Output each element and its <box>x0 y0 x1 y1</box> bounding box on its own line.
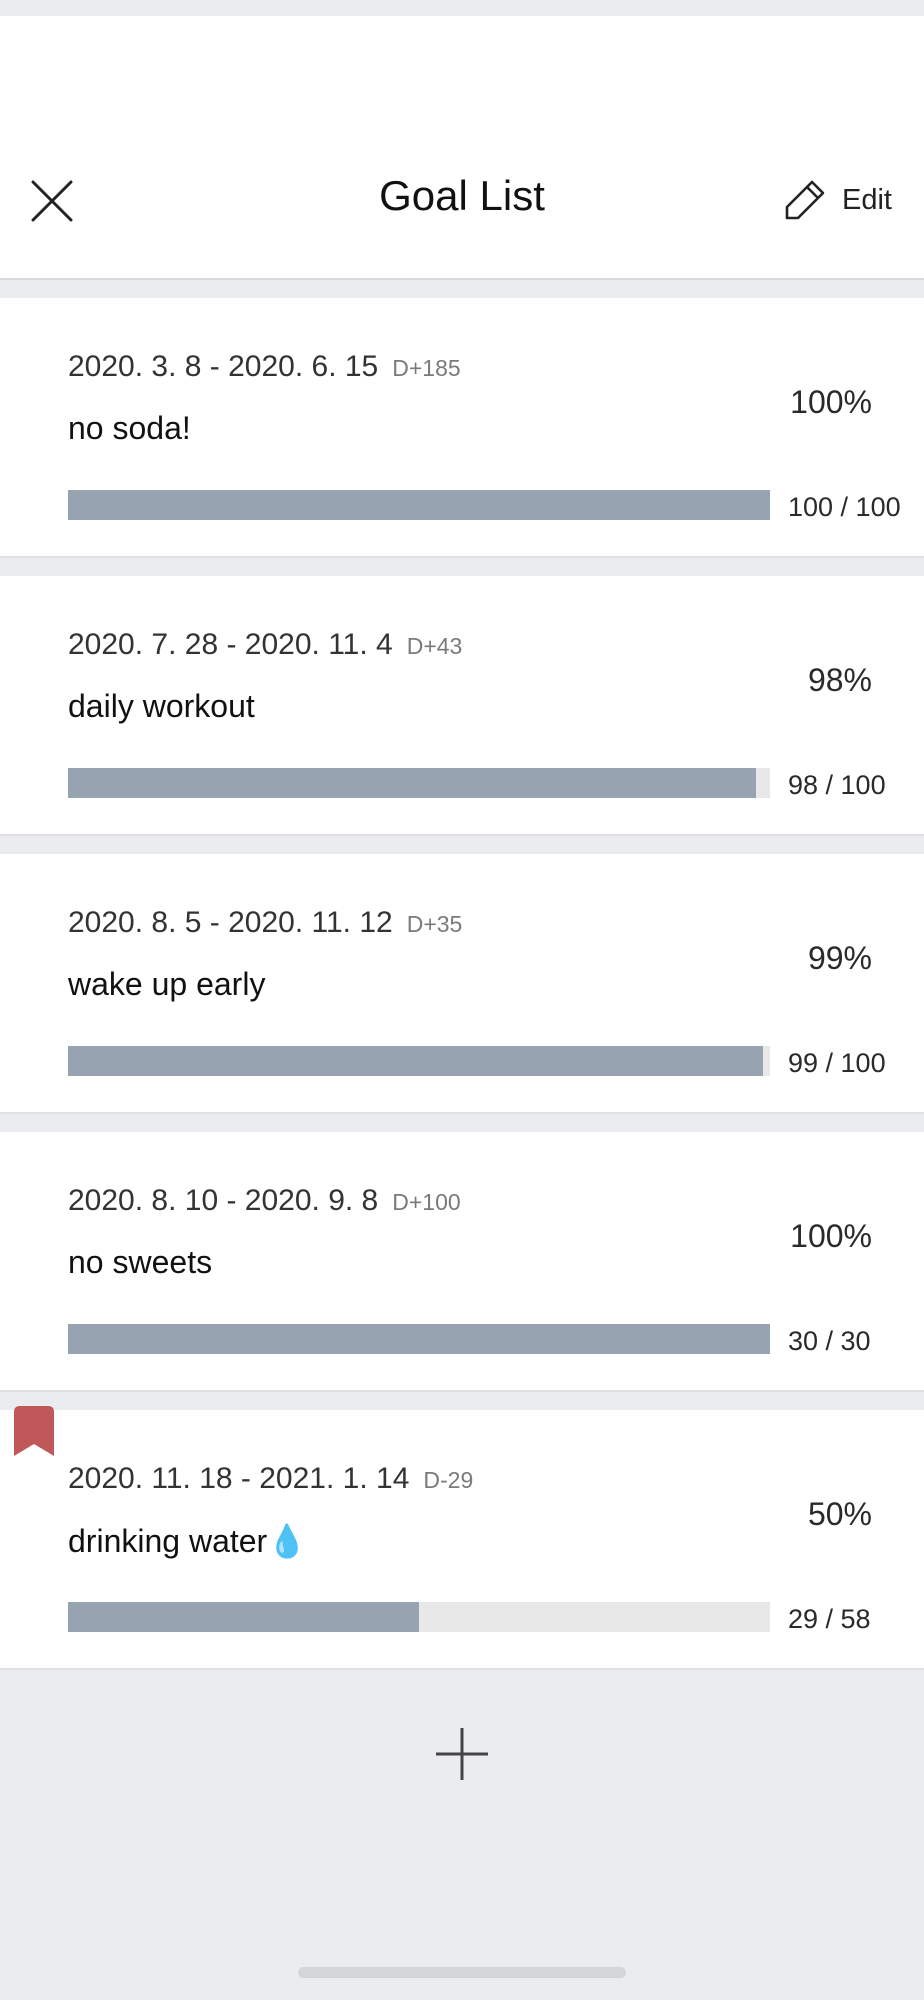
close-icon <box>31 180 73 222</box>
home-indicator <box>298 1967 626 1978</box>
progress-fill <box>68 1324 770 1354</box>
goal-percent: 100% <box>790 1218 872 1254</box>
pencil-icon <box>785 180 825 220</box>
bookmark-icon <box>14 1406 54 1456</box>
goal-card[interactable]: 2020. 7. 28 - 2020. 11. 4 D+43 daily wor… <box>0 576 924 836</box>
goal-count: 98 / 100 <box>788 770 886 800</box>
plus-icon <box>436 1728 488 1780</box>
goal-date-range: 2020. 3. 8 - 2020. 6. 15 D+185 <box>68 350 461 384</box>
goal-date-range: 2020. 8. 10 - 2020. 9. 8 D+100 <box>68 1184 461 1218</box>
goal-dates: 2020. 8. 10 - 2020. 9. 8 <box>68 1184 379 1217</box>
progress-fill <box>68 768 756 798</box>
goal-dday: D-29 <box>423 1467 474 1493</box>
goal-dates: 2020. 11. 18 - 2021. 1. 14 <box>68 1462 410 1495</box>
goal-date-range: 2020. 7. 28 - 2020. 11. 4 D+43 <box>68 628 462 662</box>
progress-bar <box>68 768 770 798</box>
goal-name: no sweets <box>68 1244 213 1280</box>
goal-dates: 2020. 3. 8 - 2020. 6. 15 <box>68 350 379 383</box>
goal-dday: D+185 <box>392 355 461 381</box>
goal-card[interactable]: 2020. 8. 10 - 2020. 9. 8 D+100 no sweets… <box>0 1132 924 1392</box>
goal-date-range: 2020. 8. 5 - 2020. 11. 12 D+35 <box>68 906 462 940</box>
goal-percent: 98% <box>807 662 872 698</box>
goal-dday: D+100 <box>392 1189 461 1215</box>
edit-label: Edit <box>842 183 892 216</box>
progress-fill <box>68 1602 419 1632</box>
goal-date-range: 2020. 11. 18 - 2021. 1. 14 D-29 <box>68 1462 473 1496</box>
progress-bar <box>68 1046 770 1076</box>
goal-card[interactable]: 2020. 11. 18 - 2021. 1. 14 D-29 drinking… <box>0 1406 924 1670</box>
goal-count: 29 / 58 <box>788 1604 871 1634</box>
progress-fill <box>68 1046 763 1076</box>
add-goal-button[interactable] <box>432 1724 492 1784</box>
goal-dates: 2020. 7. 28 - 2020. 11. 4 <box>68 628 393 661</box>
goal-card[interactable]: 2020. 3. 8 - 2020. 6. 15 D+185 no soda! … <box>0 298 924 558</box>
goal-dday: D+35 <box>406 911 463 937</box>
goal-card[interactable]: 2020. 8. 5 - 2020. 11. 12 D+35 wake up e… <box>0 854 924 1114</box>
goal-count: 100 / 100 <box>788 492 901 522</box>
progress-bar <box>68 490 770 520</box>
goal-dates: 2020. 8. 5 - 2020. 11. 12 <box>68 906 393 939</box>
goal-dday: D+43 <box>406 633 463 659</box>
progress-fill <box>68 490 770 520</box>
top-bar: Goal List Edit <box>0 16 924 280</box>
goal-list: 2020. 3. 8 - 2020. 6. 15 D+185 no soda! … <box>0 298 924 1688</box>
goal-name: no soda! <box>68 410 191 446</box>
goal-count: 99 / 100 <box>788 1048 886 1078</box>
goal-name: daily workout <box>68 688 255 724</box>
edit-button[interactable]: Edit <box>782 174 892 226</box>
close-button[interactable] <box>24 173 80 229</box>
goal-count: 30 / 30 <box>788 1326 871 1356</box>
goal-percent: 50% <box>807 1496 872 1532</box>
goal-name: wake up early <box>68 966 266 1002</box>
goal-name: drinking water💧 <box>68 1523 308 1559</box>
goal-percent: 99% <box>807 940 872 976</box>
goal-percent: 100% <box>790 384 872 420</box>
progress-bar <box>68 1324 770 1354</box>
progress-bar <box>68 1602 770 1632</box>
